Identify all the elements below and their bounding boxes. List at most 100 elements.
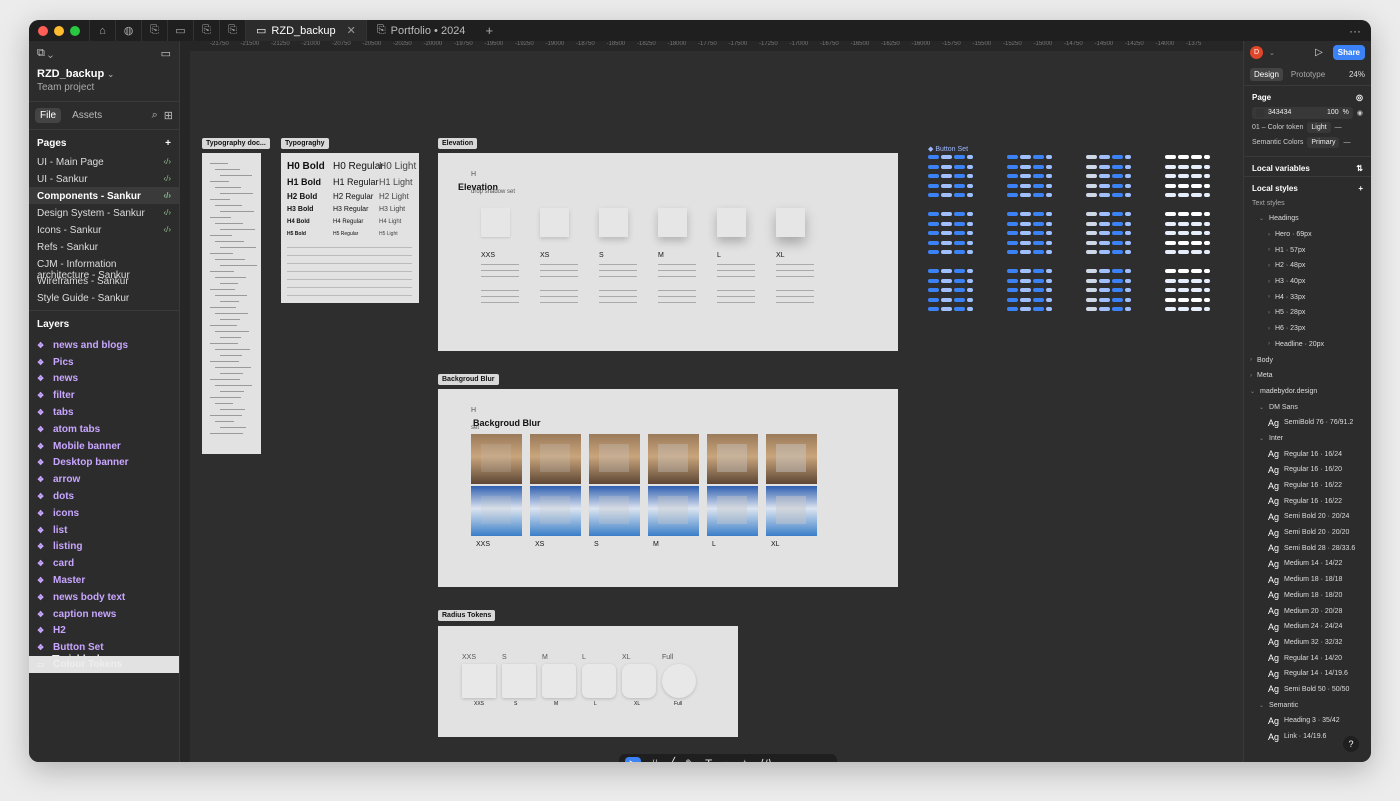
radius-frame[interactable]: XXS XXS S S M M L L XL XL Full Full [438,626,738,737]
frame-label-typography[interactable]: Typograghy [281,138,329,149]
frame-label-typography-doc[interactable]: Typography doc... [202,138,270,149]
layer-item[interactable]: ❖ arrow [29,471,179,488]
layer-item[interactable]: ❖ card [29,555,179,572]
globe-icon[interactable]: ◍ [115,20,141,41]
semantic-colors-select[interactable]: Primary [1307,137,1340,148]
layer-item[interactable]: ❖ news body text [29,589,179,606]
text-style-item[interactable]: Ag Regular 16 · 16/22 [1244,493,1371,509]
frame-label-button-set[interactable]: ◆ Button Set [928,145,968,153]
layer-item[interactable]: ❖ Mobile banner [29,438,179,455]
pen-tool-icon[interactable]: ✎ [685,757,695,762]
project-name[interactable]: RZD_backup ⌄ [29,66,179,82]
color-token-select[interactable]: Light [1307,122,1331,133]
text-style-item[interactable]: ⌄ Inter [1244,431,1371,447]
page-item[interactable]: Style Guide - Sankur [29,289,179,306]
sidebar-toggle-icon[interactable]: ▭ [161,47,171,60]
layer-item[interactable]: ▭ Colour Tokens [29,656,131,673]
text-style-item[interactable]: Ag Regular 14 · 14/19.6 [1244,666,1371,682]
close-window-button[interactable] [38,25,48,36]
text-style-item[interactable]: › Hero · 69px [1244,227,1371,243]
local-variables-title[interactable]: Local variables [1252,164,1310,173]
text-style-item[interactable]: Ag Regular 16 · 16/20 [1244,462,1371,478]
move-tool-icon[interactable]: ➤ [625,757,642,762]
avatar[interactable]: D [1250,46,1263,59]
more-icon[interactable]: ··· [1349,24,1371,38]
page-color-field[interactable]: 343434 100% [1252,106,1353,119]
text-style-item[interactable]: Ag Regular 16 · 16/24 [1244,446,1371,462]
layer-item[interactable]: ❖ news [29,371,179,388]
text-style-item[interactable]: › H6 · 23px [1244,321,1371,337]
layer-item[interactable]: ❖ H2 [29,623,179,640]
main-menu-icon[interactable]: ⧉ ⌄ [37,47,53,60]
layer-item[interactable]: ❖ dots [29,488,179,505]
layer-item[interactable]: ❖ atom tabs [29,421,179,438]
text-style-item[interactable]: Ag Medium 14 · 14/22 [1244,556,1371,572]
text-style-item[interactable]: ⌄ Semantic [1244,697,1371,713]
tab-design[interactable]: Design [1250,68,1283,81]
share-button[interactable]: Share [1332,45,1365,60]
close-tab-icon[interactable]: ✕ [347,24,356,37]
search-icon[interactable]: ⌕ [152,109,158,122]
figma-file-icon[interactable]: ⎘ [193,20,219,41]
typography-doc-frame[interactable] [202,153,261,454]
button-set-frame[interactable] [928,155,1238,317]
text-style-item[interactable]: Ag Medium 24 · 24/24 [1244,619,1371,635]
page-item[interactable]: Icons - Sankur ‹/› [29,221,179,238]
page-item[interactable]: Refs - Sankur [29,238,179,255]
page-item[interactable]: Design System - Sankur ‹/› [29,204,179,221]
visibility-icon[interactable]: ◉ [1357,109,1363,117]
page-item[interactable]: CJM - Information architecture - Sankur [29,255,179,281]
play-icon[interactable]: ▷ [1315,47,1323,58]
layer-item[interactable]: ❖ list [29,522,179,539]
text-style-item[interactable]: Ag Medium 32 · 32/32 [1244,635,1371,651]
text-style-item[interactable]: › Headline · 20px [1244,337,1371,353]
text-style-item[interactable]: Ag Semi Bold 50 · 50/50 [1244,682,1371,698]
text-style-item[interactable]: Ag Medium 18 · 18/18 [1244,572,1371,588]
text-style-item[interactable]: › H3 · 40px [1244,274,1371,290]
text-style-item[interactable]: ⌄ DM Sans [1244,399,1371,415]
text-style-item[interactable]: Ag Heading 3 · 35/42 [1244,713,1371,729]
tab-prototype[interactable]: Prototype [1291,70,1325,79]
text-style-item[interactable]: › Body [1244,352,1371,368]
elevation-frame[interactable]: H Elevation drop shadow set XXS XS S M L XL [438,153,898,351]
text-style-item[interactable]: Ag Regular 14 · 14/20 [1244,650,1371,666]
frame-label-elevation[interactable]: Elevation [438,138,478,149]
add-page-icon[interactable]: + [165,138,171,149]
text-style-item[interactable]: ⌄ Headings [1244,211,1371,227]
actions-tool-icon[interactable]: ✧ [740,757,750,762]
frame-tool-icon[interactable]: # [651,757,658,762]
text-style-item[interactable]: Ag SemiBold 76 · 76/91.2 [1244,415,1371,431]
page-item[interactable]: UI - Sankur ‹/› [29,170,179,187]
book-icon[interactable]: ▭ [167,20,193,41]
layer-item[interactable]: ❖ caption news [29,606,179,623]
text-style-item[interactable]: Ag Regular 16 · 16/22 [1244,478,1371,494]
layer-item[interactable]: ❖ news and blogs [29,337,179,354]
text-style-item[interactable]: Ag Semi Bold 20 · 20/24 [1244,509,1371,525]
layer-item[interactable]: ❖ Desktop banner [29,455,179,472]
text-tool-icon[interactable]: T [705,757,712,762]
text-style-item[interactable]: › H2 · 48px [1244,258,1371,274]
home-icon[interactable]: ⌂ [89,20,115,41]
tab-rzd-backup[interactable]: ▭ RZD_backup ✕ [245,20,366,41]
add-style-icon[interactable]: + [1358,184,1363,193]
minimize-window-button[interactable] [54,25,64,36]
chevron-down-icon[interactable]: ⌄ [1269,49,1275,57]
zoom-level[interactable]: 24% [1349,70,1365,79]
tab-portfolio[interactable]: ⎘ Portfolio • 2024 [365,20,476,41]
page-item[interactable]: UI - Main Page ‹/› [29,153,179,170]
layer-item[interactable]: ❖ Master [29,572,179,589]
frame-label-radius[interactable]: Radius Tokens [438,610,496,621]
figma-file-icon[interactable]: ⎘ [141,20,167,41]
text-style-item[interactable]: › H5 · 28px [1244,305,1371,321]
eye-toggle-icon[interactable]: ◎ [1356,93,1363,102]
layer-item[interactable]: ❖ Pics [29,354,179,371]
layer-item[interactable]: ❖ icons [29,505,179,522]
comment-tool-icon[interactable]: ○ [722,757,729,762]
tab-file[interactable]: File [35,108,62,123]
canvas[interactable]: -21750 -21500 -21250 -21000 -20750 -20500 -202… [180,41,1243,762]
layer-item[interactable]: ❖ filter [29,387,179,404]
frame-label-blur[interactable]: Backgroud Blur [438,374,499,385]
typography-frame[interactable]: H0 Bold H0 Regular H0 Light H1 Bold H1 Regul… [281,153,419,303]
figma-file-icon[interactable]: ⎘ [219,20,245,41]
help-button[interactable]: ? [1343,736,1359,752]
